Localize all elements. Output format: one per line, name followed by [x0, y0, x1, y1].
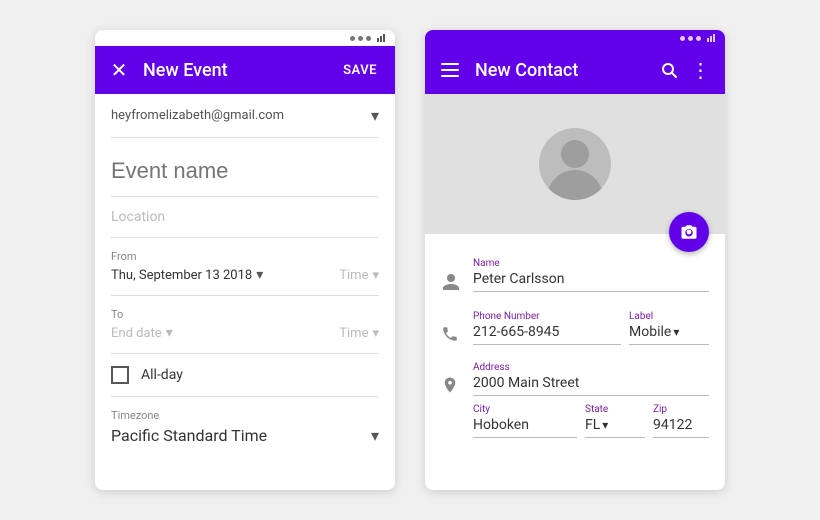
- search-icon[interactable]: [657, 58, 681, 82]
- phone-label-label: Label: [629, 311, 709, 322]
- name-value[interactable]: Peter Carlsson: [473, 271, 709, 292]
- to-time-placeholder: Time: [339, 326, 368, 341]
- phone-label-chevron-icon: ▾: [673, 325, 679, 339]
- status-dot-3: [366, 36, 371, 41]
- timezone-value-row: Pacific Standard Time ▾: [111, 426, 379, 445]
- more-options-icon[interactable]: ⋮: [689, 58, 713, 82]
- close-icon[interactable]: ✕: [107, 58, 131, 82]
- signal-icon-contact: [707, 34, 717, 42]
- from-time-chevron-icon: ▾: [372, 268, 379, 283]
- allday-label: All-day: [141, 367, 183, 383]
- zip-value[interactable]: 94122: [653, 417, 709, 438]
- timezone-field[interactable]: Timezone Pacific Standard Time ▾: [111, 397, 379, 457]
- contact-hero: [425, 94, 725, 234]
- location-field[interactable]: Location: [111, 197, 379, 238]
- save-button[interactable]: SAVE: [337, 59, 383, 82]
- signal-icon: [377, 34, 387, 42]
- from-date-select[interactable]: Thu, September 13 2018 ▾: [111, 267, 263, 283]
- from-label: From: [111, 250, 379, 263]
- phone-label-select[interactable]: Mobile ▾: [629, 324, 709, 345]
- to-label: To: [111, 308, 379, 321]
- state-field: State FL ▾: [585, 404, 645, 438]
- timezone-label: Timezone: [111, 409, 379, 422]
- phone-label-field: Label Mobile ▾: [629, 311, 709, 345]
- to-date-select[interactable]: End date ▾: [111, 325, 173, 341]
- from-date-time-row: Thu, September 13 2018 ▾ Time ▾: [111, 267, 379, 283]
- to-date-chevron-icon: ▾: [166, 325, 173, 341]
- status-dot-c3: [696, 36, 701, 41]
- name-label: Name: [473, 258, 709, 269]
- location-icon: [441, 376, 461, 399]
- from-time-select[interactable]: Time ▾: [339, 268, 379, 283]
- contact-app-bar-title: New Contact: [475, 60, 657, 81]
- address-value[interactable]: 2000 Main Street: [473, 375, 709, 396]
- state-value: FL: [585, 417, 600, 433]
- phone-label-value: Mobile: [629, 324, 671, 340]
- allday-row[interactable]: All-day: [111, 354, 379, 397]
- to-section: To End date ▾ Time ▾: [111, 296, 379, 354]
- state-label: State: [585, 404, 645, 415]
- address-content: Address 2000 Main Street City Hoboken St…: [473, 362, 709, 438]
- status-dot-2: [358, 36, 363, 41]
- person-icon: [441, 272, 461, 297]
- address-row: City Hoboken State FL ▾ Zip 94122: [473, 404, 709, 438]
- phone-input-group: Phone Number 212-665-8945 Label Mobile ▾: [473, 311, 709, 345]
- to-date-placeholder: End date: [111, 326, 162, 341]
- phone-number-field: Phone Number 212-665-8945: [473, 311, 621, 345]
- status-dot-c1: [680, 36, 685, 41]
- city-field: City Hoboken: [473, 404, 577, 438]
- zip-label: Zip: [653, 404, 709, 415]
- new-event-card: ✕ New Event SAVE heyfromelizabeth@gmail.…: [95, 30, 395, 490]
- contact-body: Name Peter Carlsson Phone Number 212-665…: [425, 234, 725, 490]
- from-date-chevron-icon: ▾: [256, 267, 263, 283]
- status-dot-c2: [688, 36, 693, 41]
- timezone-value: Pacific Standard Time: [111, 426, 267, 445]
- phone-field-row: Phone Number 212-665-8945 Label Mobile ▾: [441, 311, 709, 348]
- event-name-input[interactable]: [111, 138, 379, 197]
- new-contact-card: New Contact ⋮ Name: [425, 30, 725, 490]
- menu-line-1: [441, 63, 459, 65]
- city-label: City: [473, 404, 577, 415]
- camera-fab-button[interactable]: [669, 212, 709, 252]
- timezone-chevron-icon: ▾: [371, 426, 379, 445]
- account-email: heyfromelizabeth@gmail.com: [111, 108, 284, 123]
- to-time-select[interactable]: Time ▾: [339, 326, 379, 341]
- name-field-row: Name Peter Carlsson: [441, 258, 709, 297]
- event-body: heyfromelizabeth@gmail.com ▾ Location Fr…: [95, 94, 395, 490]
- avatar: [539, 128, 611, 200]
- event-app-bar-title: New Event: [143, 60, 337, 81]
- status-dot-1: [350, 36, 355, 41]
- event-app-bar: ✕ New Event SAVE: [95, 46, 395, 94]
- phone-icon: [441, 325, 461, 348]
- phone-number-label: Phone Number: [473, 311, 621, 322]
- to-time-chevron-icon: ▾: [372, 326, 379, 341]
- from-date-value: Thu, September 13 2018: [111, 268, 252, 283]
- to-date-time-row: End date ▾ Time ▾: [111, 325, 379, 341]
- menu-line-3: [441, 75, 459, 77]
- city-value[interactable]: Hoboken: [473, 417, 577, 438]
- chevron-down-icon: ▾: [371, 106, 379, 125]
- state-chevron-icon: ▾: [602, 418, 608, 432]
- address-label: Address: [473, 362, 709, 373]
- status-bar-contact: [425, 30, 725, 46]
- name-field-content: Name Peter Carlsson: [473, 258, 709, 292]
- location-placeholder: Location: [111, 209, 379, 225]
- contact-app-bar: New Contact ⋮: [425, 46, 725, 94]
- state-select[interactable]: FL ▾: [585, 417, 645, 438]
- menu-icon[interactable]: [437, 61, 463, 79]
- allday-checkbox[interactable]: [111, 366, 129, 384]
- status-bar-event: [95, 30, 395, 46]
- from-section: From Thu, September 13 2018 ▾ Time ▾: [111, 238, 379, 296]
- from-time-placeholder: Time: [339, 268, 368, 283]
- phone-number-value[interactable]: 212-665-8945: [473, 324, 621, 345]
- address-field-row: Address 2000 Main Street City Hoboken St…: [441, 362, 709, 438]
- menu-line-2: [441, 69, 459, 71]
- account-selector[interactable]: heyfromelizabeth@gmail.com ▾: [111, 94, 379, 138]
- zip-field: Zip 94122: [653, 404, 709, 438]
